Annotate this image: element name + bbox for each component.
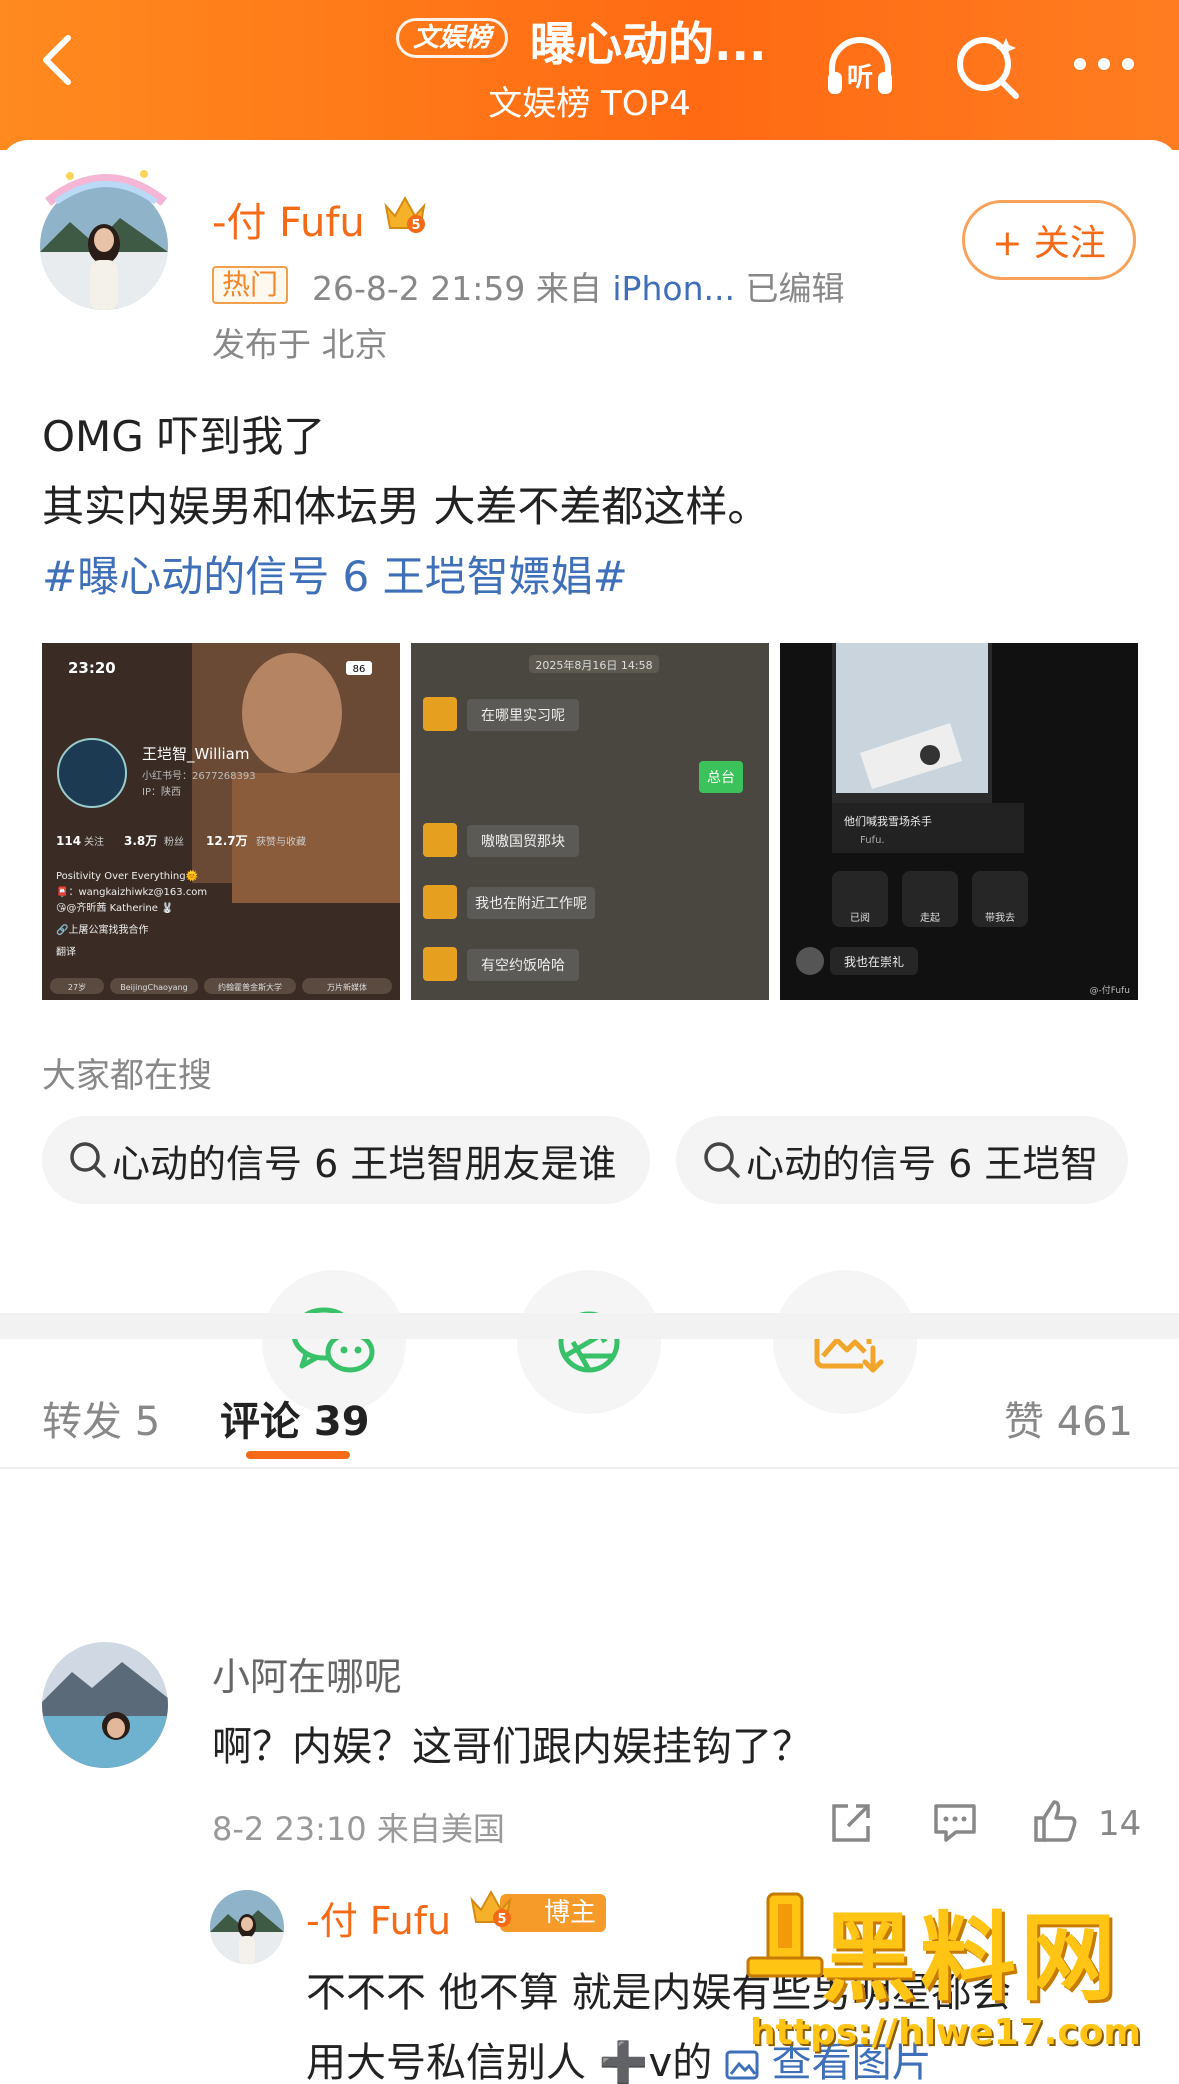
svg-text:听: 听 [847,63,873,93]
commenter-name[interactable]: 小阿在哪呢 [212,1646,402,1701]
svg-text:王垲智_William: 王垲智_William [142,745,249,764]
reply-line-2-text: 用大号私信别人 ➕v的 [306,2040,713,2084]
avatar-crown-decoration-icon [44,170,168,206]
svg-text:Positivity Over Everything🌞: Positivity Over Everything🌞 [56,869,199,882]
svg-text:12.7万: 12.7万 [206,834,248,848]
comment-like-count: 14 [1098,1804,1142,1844]
reply-author-avatar[interactable] [210,1890,284,1964]
reply-comment-icon[interactable] [932,1800,978,1846]
post-card: -付 Fufu 5 热门 26-8-2 21:59 来自 iPhon... 已编… [0,140,1179,2084]
svg-text:📮：wangkaizhiwkz@163.com: 📮：wangkaizhiwkz@163.com [56,885,207,898]
post-image-1[interactable]: 23:20 86 王垲智_William 小红书号：2677268393 IP：… [42,643,400,1000]
author-host-badge: 博主 [500,1894,607,1932]
search-chip-label: 心动的信号 6 王垲智朋友是谁 [112,1141,617,1186]
svg-text:嗷嗷国贸那块: 嗷嗷国贸那块 [481,834,565,850]
image-link-icon [725,2050,759,2080]
ranking-badge[interactable]: 文娱榜 [396,18,509,58]
edited-label[interactable]: 已编辑 [745,269,844,308]
svg-text:3.8万: 3.8万 [124,834,157,848]
svg-text:万片新媒体: 万片新媒体 [327,982,367,992]
commenter-avatar[interactable] [42,1642,168,1768]
svg-text:114: 114 [56,834,81,848]
svg-text:Fufu.: Fufu. [860,835,885,846]
svg-text:走起: 走起 [920,912,940,924]
follow-button[interactable]: + 关注 [962,200,1136,280]
search-chip-2[interactable]: 心动的信号 6 王垲智 [676,1116,1128,1204]
trending-search-label: 大家都在搜 [42,1056,212,1096]
share-comment-icon[interactable] [828,1800,874,1846]
source-prefix: 来自 [535,269,602,308]
tab-likes[interactable]: 赞 461 [1004,1389,1133,1447]
topic-title: 曝心动的... [530,17,767,71]
search-chip-label: 心动的信号 6 王垲智 [746,1141,1099,1186]
section-divider [0,1313,1179,1339]
watermark-url: https://hlwe17.com [750,2012,1141,2053]
svg-text:2025年8月16日 14:58: 2025年8月16日 14:58 [535,658,652,672]
post-meta: 26-8-2 21:59 来自 iPhon... 已编辑 [312,262,844,310]
post-image-2[interactable]: 2025年8月16日 14:58 在哪里实习呢 总台 嗷嗷国贸那块 我也在附近工… [411,643,769,1000]
svg-text:BeijingChaoyang: BeijingChaoyang [120,983,187,992]
svg-text:在哪里实习呢: 在哪里实习呢 [481,708,565,724]
svg-text:他们喊我雪场杀手: 他们喊我雪场杀手 [844,814,932,828]
search-chip-icon [704,1142,740,1178]
post-line-2: 其实内娱男和体坛男 大差不差都这样。 [42,482,770,531]
svg-text:27岁: 27岁 [68,982,86,992]
svg-text:关注: 关注 [84,835,104,848]
svg-text:5: 5 [497,1912,506,1927]
author-name[interactable]: -付 Fufu [212,190,365,248]
comment-meta: 8-2 23:10 来自美国 [212,1810,505,1848]
post-source[interactable]: iPhon... [612,269,735,308]
svg-text:带我去: 带我去 [985,912,1015,924]
svg-text:小红书号：2677268393: 小红书号：2677268393 [142,769,256,782]
svg-text:5: 5 [411,218,420,233]
watermark-logo-icon [746,1892,824,1978]
comment-text: 啊？内娱？这哥们跟内娱挂钩了？ [212,1724,812,1770]
svg-text:翻译: 翻译 [56,946,76,958]
post-time: 26-8-2 21:59 [312,269,526,308]
top-bar: 文娱榜 曝心动的... 文娱榜 TOP4 听 [0,0,1179,150]
search-chip-icon [70,1142,106,1178]
svg-text:我也在附近工作呢: 我也在附近工作呢 [475,896,587,912]
svg-text:获赞与收藏: 获赞与收藏 [256,835,306,848]
tab-reposts[interactable]: 转发 5 [42,1389,160,1447]
svg-text:我也在崇礼: 我也在崇礼 [844,954,904,969]
vip-crown-icon[interactable]: 5 [382,192,428,234]
post-image-3[interactable]: 他们喊我雪场杀手 Fufu. 已阅 走起 带我去 我也在崇礼 @-付Fufu [780,643,1138,1000]
watermark-text: 黑料网 [820,1902,1120,2014]
svg-text:IP：陕西: IP：陕西 [142,785,181,798]
engagement-tabs: 转发 5 评论 39 赞 461 [0,1339,1179,1469]
vip-crown-icon: 5 [470,1889,512,1927]
like-thumb-icon[interactable] [1032,1798,1078,1844]
listen-headphones-icon[interactable]: 听 [822,28,898,104]
more-options-icon[interactable] [1066,28,1142,104]
search-chip-1[interactable]: 心动的信号 6 王垲智朋友是谁 [42,1116,650,1204]
svg-text:23:20: 23:20 [68,659,116,677]
svg-text:🔗上屠公寓找我合作: 🔗上屠公寓找我合作 [56,923,148,936]
search-icon[interactable] [950,28,1026,104]
svg-text:@-付Fufu: @-付Fufu [1089,985,1130,996]
svg-text:总台: 总台 [707,770,735,786]
host-badge-label: 博主 [544,1898,597,1928]
active-tab-indicator [246,1451,350,1459]
svg-text:已阅: 已阅 [850,911,870,924]
post-line-1: OMG 吓到我了 [42,412,326,461]
svg-text:有空约饭哈哈: 有空约饭哈哈 [481,958,565,974]
post-body: OMG 吓到我了 其实内娱男和体坛男 大差不差都这样。 #曝心动的信号 6 王垲… [42,402,769,612]
svg-text:86: 86 [353,664,366,675]
svg-text:粉丝: 粉丝 [164,835,184,848]
svg-text:约翰霍普金斯大学: 约翰霍普金斯大学 [218,982,282,992]
svg-text:😘@齐昕茜 Katherine 🐰: 😘@齐昕茜 Katherine 🐰 [56,901,174,914]
reply-author-name[interactable]: -付 Fufu [306,1890,451,1945]
tab-comments[interactable]: 评论 39 [220,1389,370,1447]
hashtag-link[interactable]: #曝心动的信号 6 王垲智嫖娼# [42,542,769,612]
hot-tag: 热门 [212,266,289,304]
post-location: 发布于 北京 [212,325,388,364]
